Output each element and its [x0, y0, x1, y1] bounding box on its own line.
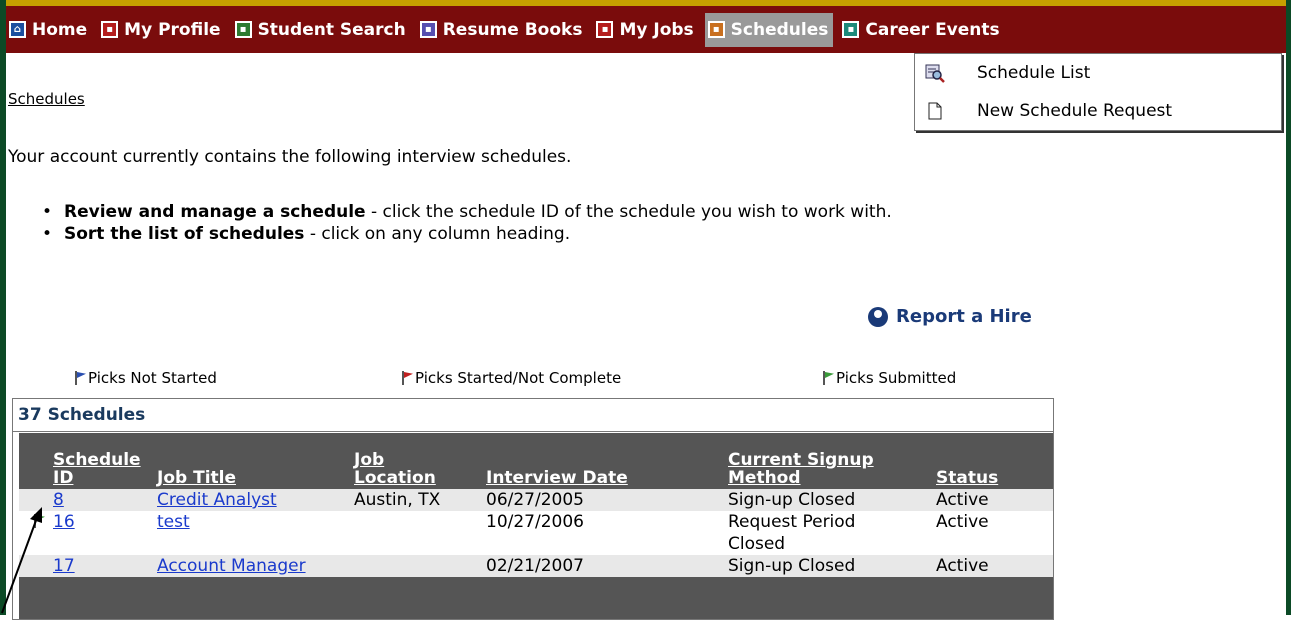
job-location: Austin, TX	[350, 489, 482, 511]
signup-method: Sign-up Closed	[724, 489, 932, 511]
table-row: 8 Credit Analyst Austin, TX 06/27/2005 S…	[19, 489, 1053, 511]
main-nav-bar: ⌂ Home ▪ My Profile ▪ Student Search ▪ R…	[6, 6, 1286, 53]
magnifier-list-icon	[925, 63, 945, 83]
nav-career-events-label: Career Events	[865, 19, 1000, 40]
nav-resume-books[interactable]: ▪ Resume Books	[417, 13, 588, 47]
profile-icon: ▪	[101, 21, 119, 38]
instruction-bold: Sort the list of schedules	[64, 224, 305, 244]
nav-career-events[interactable]: ▪ Career Events	[839, 13, 1004, 47]
menu-item-schedule-list[interactable]: Schedule List	[915, 54, 1281, 92]
job-location	[350, 555, 482, 577]
header-text: Job	[354, 450, 385, 470]
resume-books-icon: ▪	[419, 21, 437, 38]
signup-method: Sign-up Closed	[724, 555, 932, 577]
career-events-icon: ▪	[842, 21, 860, 38]
job-title-link[interactable]: test	[157, 512, 190, 532]
job-title-link[interactable]: Credit Analyst	[157, 490, 277, 510]
col-interview-date[interactable]: Interview Date	[482, 433, 724, 489]
nav-my-jobs[interactable]: ▪ My Jobs	[593, 13, 698, 47]
menu-item-schedule-list-label: Schedule List	[977, 63, 1091, 83]
nav-my-jobs-label: My Jobs	[619, 19, 694, 40]
instructions-list: Review and manage a schedule - click the…	[40, 201, 892, 245]
green-flag-icon	[822, 371, 834, 385]
job-title-link[interactable]: Account Manager	[157, 556, 306, 576]
legend-label: Picks Submitted	[836, 369, 957, 387]
header-text: Schedule	[53, 450, 141, 470]
legend-label: Picks Started/Not Complete	[415, 369, 622, 387]
jobs-icon: ▪	[596, 21, 614, 38]
signup-method: Request Period Closed	[724, 511, 932, 555]
menu-item-new-schedule-request-label: New Schedule Request	[977, 101, 1173, 121]
nav-student-search[interactable]: ▪ Student Search	[232, 13, 411, 47]
header-text: Status	[936, 468, 999, 488]
nav-my-profile-label: My Profile	[124, 19, 221, 40]
col-job-location[interactable]: Job Location	[350, 433, 482, 489]
table-header-row: Schedule ID Job Title Job Location Intervi…	[19, 433, 1053, 489]
schedules-icon: ▪	[707, 21, 725, 38]
schedules-table: Schedule ID Job Title Job Location Intervi…	[19, 433, 1053, 577]
nav-schedules[interactable]: ▪ Schedules	[704, 12, 834, 47]
blue-flag-icon	[74, 371, 86, 385]
nav-my-profile[interactable]: ▪ My Profile	[98, 13, 225, 47]
schedule-id-link[interactable]: 8	[53, 490, 64, 510]
instruction-item: Review and manage a schedule - click the…	[40, 201, 892, 223]
interview-date: 02/21/2007	[482, 555, 724, 577]
instruction-item: Sort the list of schedules - click on an…	[40, 223, 892, 245]
home-icon: ⌂	[9, 21, 26, 38]
interview-date: 10/27/2006	[482, 511, 724, 555]
schedule-id-link[interactable]: 16	[53, 512, 75, 532]
instruction-text: - click on any column heading.	[304, 224, 571, 244]
status: Active	[932, 489, 1053, 511]
nav-home[interactable]: ⌂ Home	[6, 13, 92, 47]
signup-method-line: Closed	[728, 534, 786, 554]
interview-date: 06/27/2005	[482, 489, 724, 511]
legend-picks-submitted: Picks Submitted	[822, 369, 956, 387]
signup-method-line: Request Period	[728, 512, 856, 532]
col-status[interactable]: Status	[932, 433, 1053, 489]
col-schedule-id[interactable]: Schedule ID	[19, 433, 153, 489]
schedule-count: 37 Schedules	[13, 399, 1053, 432]
intro-text: Your account currently contains the foll…	[8, 147, 572, 167]
report-a-hire-link[interactable]: Report a Hire	[868, 306, 1032, 327]
col-job-title[interactable]: Job Title	[153, 433, 350, 489]
table-row: 17 Account Manager 02/21/2007 Sign-up Cl…	[19, 555, 1053, 577]
pointer-arrow-annotation	[1, 507, 42, 614]
nav-student-search-label: Student Search	[257, 19, 406, 40]
red-flag-icon	[401, 371, 413, 385]
legend-label: Picks Not Started	[88, 369, 217, 387]
legend-picks-started: Picks Started/Not Complete	[401, 369, 621, 387]
person-icon	[868, 306, 888, 327]
instruction-bold: Review and manage a schedule	[64, 202, 366, 222]
menu-item-new-schedule-request[interactable]: New Schedule Request	[915, 92, 1281, 130]
header-text: ID	[53, 468, 74, 488]
nav-resume-books-label: Resume Books	[442, 19, 583, 40]
header-text: Interview Date	[486, 468, 628, 488]
breadcrumb[interactable]: Schedules	[8, 90, 85, 108]
legend-picks-not-started: Picks Not Started	[74, 369, 217, 387]
header-text: Current Signup	[728, 450, 874, 470]
schedules-table-container: Schedule ID Job Title Job Location Intervi…	[19, 433, 1053, 619]
table-row: 16 test 10/27/2006 Request Period Closed …	[19, 511, 1053, 555]
nav-home-label: Home	[32, 19, 88, 40]
nav-schedules-label: Schedules	[730, 19, 829, 40]
schedules-table-panel: 37 Schedules Schedule ID Job Title Job Loc…	[12, 398, 1054, 620]
status: Active	[932, 555, 1053, 577]
header-text: Method	[728, 468, 801, 488]
schedules-dropdown-menu: Schedule List New Schedule Request	[914, 53, 1282, 131]
right-frame-border	[1286, 0, 1291, 615]
schedule-id-link[interactable]: 17	[53, 556, 75, 576]
student-search-icon: ▪	[234, 21, 252, 38]
col-signup-method[interactable]: Current Signup Method	[724, 433, 932, 489]
report-a-hire-label: Report a Hire	[896, 306, 1032, 327]
blank-page-icon	[925, 101, 945, 121]
header-text: Job Title	[157, 468, 236, 488]
job-location	[350, 511, 482, 555]
instruction-text: - click the schedule ID of the schedule …	[365, 202, 892, 222]
header-text: Location	[354, 468, 436, 488]
status: Active	[932, 511, 1053, 555]
